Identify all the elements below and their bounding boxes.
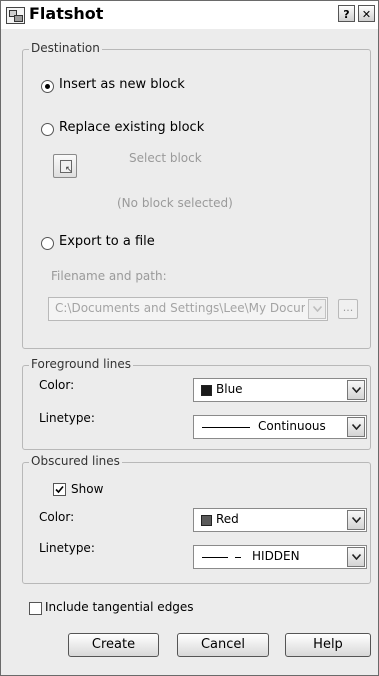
- close-icon[interactable]: ✕: [358, 5, 375, 22]
- replace-existing-block-radio[interactable]: [41, 123, 54, 136]
- include-tangential-edges-checkbox[interactable]: [29, 602, 42, 615]
- chevron-down-icon[interactable]: [347, 417, 365, 437]
- title-bar[interactable]: Flatshot ? ✕: [1, 1, 378, 29]
- obscured-color-select[interactable]: Red: [193, 508, 367, 532]
- obscured-color-value: Red: [216, 512, 239, 526]
- chevron-down-icon[interactable]: [347, 380, 365, 400]
- foreground-color-label: Color:: [39, 378, 75, 392]
- filename-path-value: C:\Documents and Settings\Lee\My Docum: [55, 301, 305, 315]
- destination-group: Destination Insert as new block Replace …: [22, 41, 371, 349]
- obscured-linetype-value: HIDDEN: [252, 549, 300, 563]
- color-swatch-icon: [201, 515, 212, 526]
- show-obscured-checkbox[interactable]: [53, 483, 66, 496]
- cancel-button[interactable]: Cancel: [177, 633, 269, 657]
- foreground-lines-legend: Foreground lines: [29, 357, 134, 371]
- obscured-color-label: Color:: [39, 510, 75, 524]
- select-block-label: Select block: [129, 151, 202, 165]
- no-block-selected-text: (No block selected): [117, 196, 233, 210]
- hidden-line-sample-dash-2: [235, 557, 241, 558]
- filename-path-combo[interactable]: C:\Documents and Settings\Lee\My Docum: [48, 297, 328, 321]
- export-to-file-label[interactable]: Export to a file: [59, 234, 155, 249]
- obscured-lines-group: Obscured lines Show Color: Red Linetype:…: [22, 454, 371, 584]
- insert-new-block-label[interactable]: Insert as new block: [59, 77, 185, 92]
- cursor-arrow-icon: ↖: [65, 165, 73, 175]
- create-button[interactable]: Create: [68, 633, 159, 657]
- help-icon[interactable]: ?: [338, 5, 355, 22]
- chevron-down-icon[interactable]: [308, 299, 326, 319]
- obscured-linetype-select[interactable]: HIDDEN: [193, 545, 367, 569]
- destination-legend: Destination: [29, 41, 102, 55]
- replace-existing-block-label[interactable]: Replace existing block: [59, 120, 204, 135]
- browse-button[interactable]: ...: [338, 299, 358, 319]
- foreground-color-select[interactable]: Blue: [193, 378, 367, 402]
- help-button[interactable]: Help: [285, 633, 371, 657]
- window-title: Flatshot: [29, 4, 104, 23]
- foreground-linetype-value: Continuous: [258, 419, 326, 433]
- foreground-color-value: Blue: [216, 382, 243, 396]
- chevron-down-icon[interactable]: [347, 547, 365, 567]
- obscured-lines-legend: Obscured lines: [29, 454, 122, 468]
- flatshot-app-icon: [6, 7, 25, 24]
- insert-new-block-radio[interactable]: [41, 80, 54, 93]
- flatshot-dialog: Flatshot ? ✕ Destination Insert as new b…: [0, 0, 379, 676]
- filename-and-path-label: Filename and path:: [51, 269, 167, 283]
- hidden-line-sample-dash-1: [202, 557, 228, 558]
- foreground-lines-group: Foreground lines Color: Blue Linetype: C…: [22, 357, 371, 450]
- select-block-button[interactable]: ↖: [53, 154, 77, 178]
- export-to-file-radio[interactable]: [41, 237, 54, 250]
- foreground-linetype-label: Linetype:: [39, 411, 95, 425]
- chevron-down-icon[interactable]: [347, 510, 365, 530]
- include-tangential-edges-label[interactable]: Include tangential edges: [45, 600, 194, 614]
- foreground-linetype-select[interactable]: Continuous: [193, 415, 367, 439]
- color-swatch-icon: [201, 385, 212, 396]
- continuous-line-sample: [202, 427, 250, 428]
- obscured-linetype-label: Linetype:: [39, 541, 95, 555]
- show-obscured-label[interactable]: Show: [71, 482, 103, 496]
